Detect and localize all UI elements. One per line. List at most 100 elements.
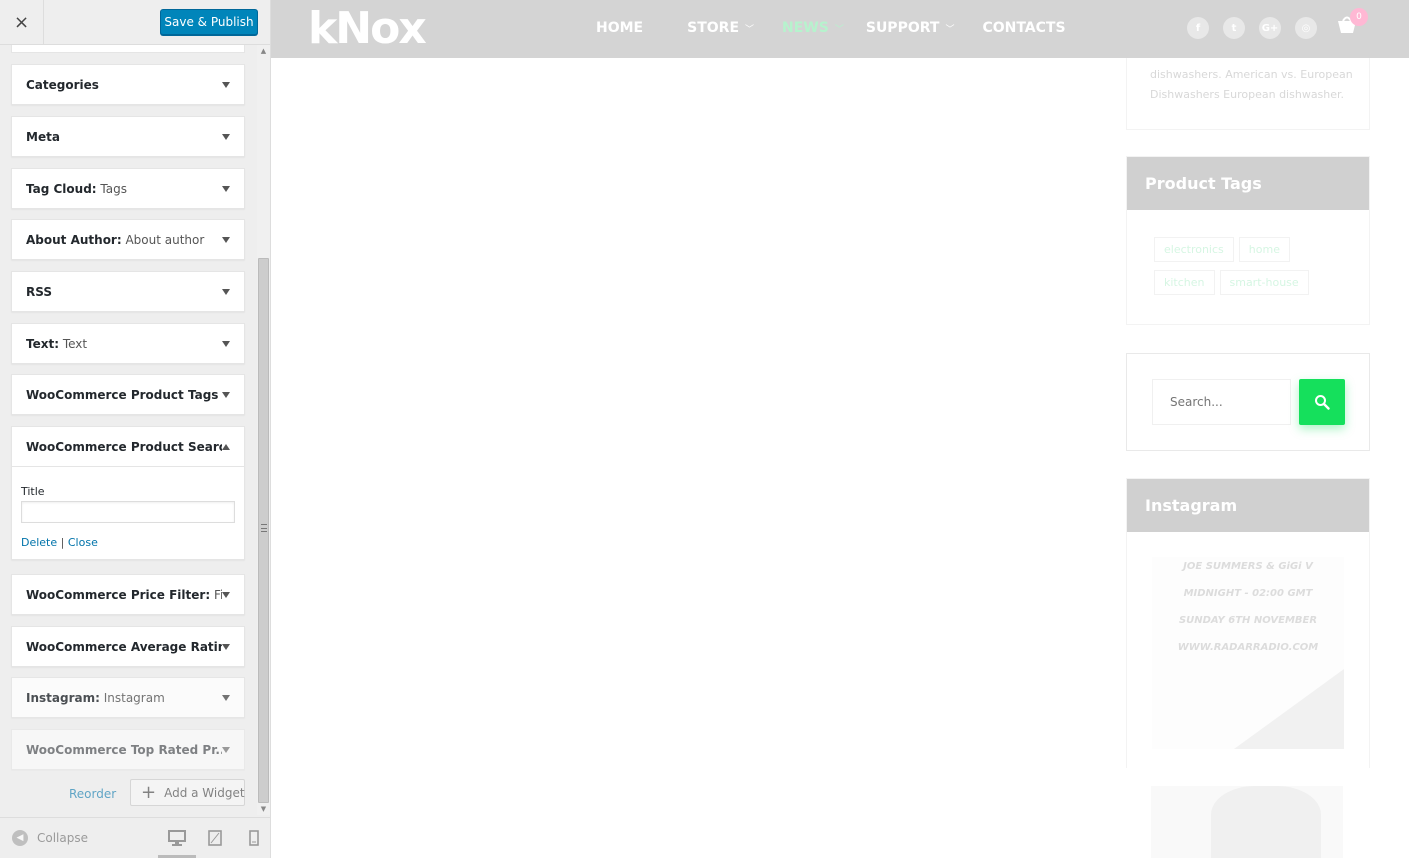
tag-kitchen[interactable]: kitchen	[1154, 270, 1215, 295]
widget-title: WooCommerce Product Tags	[26, 387, 219, 402]
customizer-header: × Save & Publish	[0, 0, 270, 45]
chevron-down-icon[interactable]	[222, 288, 230, 295]
tag-smart-house[interactable]: smart-house	[1219, 270, 1309, 295]
nav-label: HOME	[596, 20, 644, 36]
instagram-icon[interactable]: ◎	[1295, 17, 1317, 39]
widget-product-tags[interactable]: WooCommerce Product Tags	[11, 374, 245, 415]
instagram-post-image[interactable]	[1151, 786, 1343, 858]
widget-title: Text: Text	[26, 336, 88, 351]
widget-categories[interactable]: Categories	[11, 64, 245, 105]
chevron-down-icon: ﹀	[745, 24, 755, 35]
search-icon	[1315, 395, 1330, 410]
customizer-sidebar: × Save & Publish Categories Meta Tag Clo…	[0, 0, 271, 858]
twitter-icon[interactable]: t	[1223, 17, 1245, 39]
widget-rss[interactable]: RSS	[11, 271, 245, 312]
product-tags-widget: Product Tags electronics home kitchen sm…	[1126, 156, 1370, 325]
scroll-thumb[interactable]	[258, 258, 269, 803]
image-decoration	[1234, 669, 1344, 749]
tag-home[interactable]: home	[1238, 237, 1290, 262]
nav-home[interactable]: HOME	[596, 20, 643, 36]
nav-label: STORE	[687, 20, 740, 36]
widget-title: Instagram: Instagram	[26, 690, 165, 705]
widget-instagram[interactable]: Instagram: Instagram	[11, 677, 245, 718]
scroll-up-arrow-icon[interactable]: ▲	[257, 45, 270, 57]
widget-title: RSS	[26, 284, 52, 299]
customizer-footer: ◀ Collapse	[0, 817, 270, 858]
nav-label: SUPPORT	[865, 20, 940, 36]
chevron-down-icon[interactable]	[222, 185, 230, 192]
nav-support[interactable]: SUPPORT ﹀	[866, 20, 955, 36]
title-field-label: Title	[21, 485, 45, 498]
widget-title: WooCommerce Top Rated Pr...	[26, 742, 222, 757]
widget-text[interactable]: Text: Text	[11, 323, 245, 364]
widget-stub	[11, 45, 245, 53]
google-plus-icon[interactable]: G+	[1259, 17, 1281, 39]
delete-link[interactable]: Delete	[21, 536, 57, 549]
widget-title: WooCommerce Average Ratin...	[26, 639, 222, 654]
main-nav: HOME STORE ﹀ NEWS ﹀ SUPPORT ﹀ CONTACTS	[596, 20, 1088, 36]
add-widget-button[interactable]: + Add a Widget	[130, 779, 245, 806]
instagram-post-line: WWW.RADARRADIO.COM	[1177, 642, 1319, 653]
tag-electronics[interactable]: electronics	[1154, 237, 1234, 262]
nav-contacts[interactable]: CONTACTS	[982, 20, 1065, 36]
nav-news[interactable]: NEWS ﹀	[782, 20, 844, 36]
cart-count-badge: 0	[1350, 8, 1368, 26]
widget-about-author[interactable]: About Author: About author	[11, 219, 245, 260]
desktop-icon[interactable]	[168, 830, 186, 846]
chevron-down-icon[interactable]	[222, 391, 230, 398]
title-field[interactable]	[21, 501, 235, 523]
instagram-post-image[interactable]: JOE SUMMERS & GiGi V MIDNIGHT - 02:00 GM…	[1152, 557, 1344, 749]
search-button[interactable]	[1299, 379, 1345, 425]
product-tags-title: Product Tags	[1127, 157, 1369, 210]
site-logo[interactable]: kNox	[308, 5, 427, 53]
plus-icon: +	[141, 781, 157, 803]
reorder-link[interactable]: Reorder	[69, 787, 116, 801]
instagram-post-line: SUNDAY 6TH NOVEMBER	[1178, 615, 1318, 626]
chevron-up-icon[interactable]	[222, 443, 230, 450]
close-link[interactable]: Close	[68, 536, 98, 549]
instagram-post-line: MIDNIGHT - 02:00 GMT	[1183, 588, 1313, 599]
chevron-down-icon[interactable]	[222, 591, 230, 598]
widget-price-filter[interactable]: WooCommerce Price Filter: Fil...	[11, 574, 245, 615]
tag-list: electronics home kitchen smart-house	[1127, 210, 1327, 303]
chevron-down-icon[interactable]	[222, 81, 230, 88]
chevron-down-icon[interactable]	[222, 133, 230, 140]
collapse-label: Collapse	[37, 831, 88, 845]
widget-tag-cloud[interactable]: Tag Cloud: Tags	[11, 168, 245, 209]
widget-average-rating[interactable]: WooCommerce Average Ratin...	[11, 626, 245, 667]
add-widget-label: Add a Widget	[164, 785, 245, 800]
separator: |	[60, 536, 65, 549]
chevron-down-icon[interactable]	[222, 643, 230, 650]
image-decoration	[1211, 786, 1321, 858]
site-preview: kNox HOME STORE ﹀ NEWS ﹀ SUPPORT ﹀ CONTACTS…	[271, 0, 1409, 858]
nav-label: CONTACTS	[982, 20, 1066, 36]
close-icon[interactable]: ×	[0, 0, 44, 44]
save-publish-button[interactable]: Save & Publish	[160, 9, 258, 35]
facebook-icon[interactable]: f	[1187, 17, 1209, 39]
mobile-icon[interactable]	[245, 830, 263, 846]
instagram-post-line: JOE SUMMERS & GiGi V	[1183, 561, 1313, 572]
widget-meta[interactable]: Meta	[11, 116, 245, 157]
widget-title: Categories	[26, 77, 99, 92]
social-links: f t G+ ◎	[1187, 17, 1331, 39]
chevron-down-icon[interactable]	[222, 694, 230, 701]
instagram-title: Instagram	[1127, 479, 1369, 532]
scroll-down-arrow-icon[interactable]: ▼	[257, 803, 270, 815]
chevron-down-icon[interactable]	[222, 340, 230, 347]
scrollbar[interactable]: ▲ ▼	[257, 45, 270, 815]
recent-post-text: dishwashers. American vs. European Dishw…	[1150, 68, 1353, 101]
chevron-down-icon[interactable]	[222, 236, 230, 243]
nav-store[interactable]: STORE ﹀	[687, 20, 754, 36]
widget-actions: Delete | Close	[21, 536, 235, 549]
search-input[interactable]	[1152, 379, 1291, 425]
chevron-down-icon[interactable]	[222, 746, 230, 753]
search-widget	[1126, 353, 1370, 451]
widget-title: WooCommerce Product Search	[26, 439, 222, 454]
widget-product-search[interactable]: WooCommerce Product Search Title Delete …	[11, 426, 245, 560]
tablet-icon[interactable]	[206, 830, 224, 846]
collapse-arrow-icon: ◀	[12, 830, 28, 846]
widget-title: About Author: About author	[26, 232, 205, 247]
collapse-button[interactable]: ◀ Collapse	[12, 830, 88, 846]
widget-title: Tag Cloud: Tags	[26, 181, 127, 196]
widget-top-rated[interactable]: WooCommerce Top Rated Pr...	[11, 729, 245, 770]
